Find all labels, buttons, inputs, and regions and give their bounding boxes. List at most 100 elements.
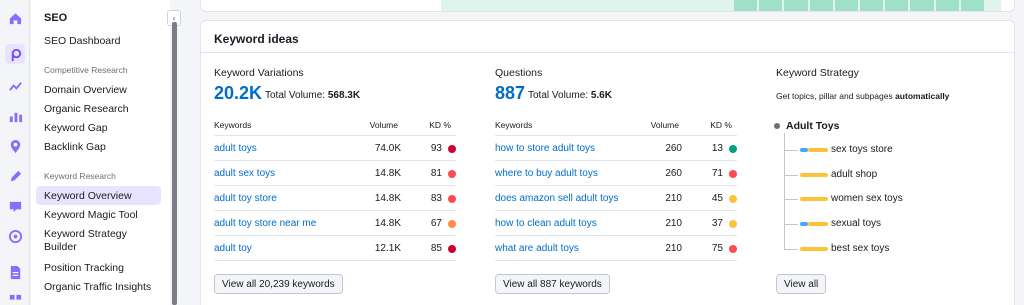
kd-dot bbox=[448, 245, 456, 253]
apps-icon[interactable] bbox=[5, 290, 25, 305]
tree-branch bbox=[784, 199, 798, 200]
table-row: does amazon sell adult toys 210 45 bbox=[495, 186, 737, 211]
sidebar-item-backlink-gap[interactable]: Backlink Gap bbox=[44, 141, 106, 153]
topic-root[interactable]: Adult Toys bbox=[786, 120, 839, 132]
table-row: adult toys 74.0K 93 bbox=[214, 136, 456, 161]
kd-dot bbox=[729, 245, 737, 253]
strategy-subtitle: Get topics, pillar and subpages automati… bbox=[776, 91, 949, 101]
reports-icon[interactable] bbox=[5, 262, 25, 282]
sidebar-item-keyword-strategy-builder[interactable]: Keyword Strategy Builder bbox=[44, 228, 144, 254]
table-row: adult sex toys 14.8K 81 bbox=[214, 161, 456, 186]
sidebar-item-keyword-gap[interactable]: Keyword Gap bbox=[44, 122, 108, 134]
location-icon[interactable] bbox=[5, 136, 25, 156]
keyword-link[interactable]: adult toy store near me bbox=[214, 218, 316, 229]
table-row: adult toy store near me 14.8K 67 bbox=[214, 211, 456, 236]
table-row: adult toy store 14.8K 83 bbox=[214, 186, 456, 211]
strategy-subtitle-text: Get topics, pillar and subpages bbox=[776, 91, 896, 101]
questions-table: Keywords Volume KD % how to store adult … bbox=[495, 116, 737, 261]
sidebar-item-domain-overview[interactable]: Domain Overview bbox=[44, 84, 127, 96]
view-all-strategy-button[interactable]: View all bbox=[776, 274, 827, 294]
col-kd[interactable]: KD % bbox=[710, 120, 732, 130]
chart-cells bbox=[734, 0, 985, 11]
seo-icon[interactable] bbox=[5, 44, 25, 64]
bar-segment bbox=[808, 148, 828, 152]
keyword-link[interactable]: adult sex toys bbox=[214, 168, 275, 179]
trends-icon[interactable] bbox=[5, 76, 25, 96]
icon-rail bbox=[0, 0, 30, 305]
keyword-link[interactable]: how to clean adult toys bbox=[495, 218, 597, 229]
tree-root-dot bbox=[774, 123, 780, 129]
kd-value: 93 bbox=[430, 143, 442, 154]
tree-branch bbox=[784, 150, 798, 151]
kd-dot bbox=[729, 220, 737, 228]
kd-dot bbox=[448, 195, 456, 203]
home-icon[interactable] bbox=[5, 8, 25, 28]
volume-value: 260 bbox=[665, 143, 682, 154]
sidebar-item-seo-dashboard[interactable]: SEO Dashboard bbox=[44, 35, 120, 47]
sidebar-title: SEO bbox=[44, 12, 68, 24]
volume-value: 210 bbox=[665, 218, 682, 229]
kd-dot bbox=[448, 145, 456, 153]
keyword-link[interactable]: does amazon sell adult toys bbox=[495, 193, 618, 204]
volume-value: 210 bbox=[665, 243, 682, 254]
total-volume-label: Total Volume: bbox=[265, 90, 326, 101]
total-volume-label: Total Volume: bbox=[528, 90, 589, 101]
col-kd[interactable]: KD % bbox=[429, 120, 451, 130]
keyword-link[interactable]: where to buy adult toys bbox=[495, 168, 598, 179]
tree-branch bbox=[784, 175, 798, 176]
sidebar-item-position-tracking[interactable]: Position Tracking bbox=[44, 262, 124, 274]
col-volume[interactable]: Volume bbox=[651, 120, 679, 130]
kd-value: 81 bbox=[430, 168, 442, 179]
table-row: how to clean adult toys 210 37 bbox=[495, 211, 737, 236]
sidebar-scrollbar[interactable] bbox=[172, 22, 177, 305]
col-keywords[interactable]: Keywords bbox=[214, 120, 251, 130]
volume-value: 14.8K bbox=[374, 218, 401, 229]
sidebar-section-keyword-research: Keyword Research bbox=[44, 171, 116, 181]
keyword-link[interactable]: adult toy store bbox=[214, 193, 277, 204]
sidebar-item-keyword-overview[interactable]: Keyword Overview bbox=[44, 190, 132, 202]
analytics-icon[interactable] bbox=[5, 106, 25, 126]
previous-widget-bottom bbox=[200, 0, 1015, 12]
view-all-questions-button[interactable]: View all 887 keywords bbox=[495, 274, 610, 294]
sidebar-item-keyword-magic-tool[interactable]: Keyword Magic Tool bbox=[44, 209, 138, 221]
table-row: adult toy 12.1K 85 bbox=[214, 236, 456, 261]
table-row: where to buy adult toys 260 71 bbox=[495, 161, 737, 186]
bar-segment bbox=[800, 222, 808, 226]
table-row: what are adult toys 210 75 bbox=[495, 236, 737, 261]
table-row: how to store adult toys 260 13 bbox=[495, 136, 737, 161]
keyword-link[interactable]: what are adult toys bbox=[495, 243, 579, 254]
volume-value: 14.8K bbox=[374, 168, 401, 179]
sidebar-item-organic-research[interactable]: Organic Research bbox=[44, 103, 129, 115]
total-volume-value: 5.6K bbox=[590, 90, 612, 101]
sidebar-item-organic-traffic-insights[interactable]: Organic Traffic Insights bbox=[44, 281, 151, 293]
kd-value: 83 bbox=[430, 193, 442, 204]
card-title: Keyword ideas bbox=[214, 32, 299, 46]
volume-value: 14.8K bbox=[374, 193, 401, 204]
ads-icon[interactable] bbox=[5, 226, 25, 246]
kd-dot bbox=[729, 170, 737, 178]
keyword-link[interactable]: adult toys bbox=[214, 143, 257, 154]
view-all-variations-button[interactable]: View all 20,239 keywords bbox=[214, 274, 343, 294]
content-icon[interactable] bbox=[5, 166, 25, 186]
topic-leaf[interactable]: sexual toys bbox=[831, 218, 881, 229]
kd-dot bbox=[448, 220, 456, 228]
bar-segment bbox=[800, 197, 828, 201]
questions-heading: Questions bbox=[495, 67, 543, 79]
keyword-link[interactable]: adult toy bbox=[214, 243, 252, 254]
topic-leaf[interactable]: best sex toys bbox=[831, 243, 889, 254]
bar-segment bbox=[800, 173, 828, 177]
social-icon[interactable] bbox=[5, 196, 25, 216]
keyword-ideas-card: Keyword ideas Keyword Variations 20.2K T… bbox=[200, 20, 1015, 305]
keyword-link[interactable]: how to store adult toys bbox=[495, 143, 595, 154]
volume-value: 12.1K bbox=[374, 243, 401, 254]
bar-segment bbox=[800, 148, 808, 152]
topic-leaf[interactable]: women sex toys bbox=[831, 193, 903, 204]
topic-leaf[interactable]: sex toys store bbox=[831, 144, 893, 155]
variations-count[interactable]: 20.2K bbox=[214, 83, 262, 104]
sidebar-section-competitive: Competitive Research bbox=[44, 65, 128, 75]
topic-leaf[interactable]: adult shop bbox=[831, 169, 877, 180]
col-volume[interactable]: Volume bbox=[370, 120, 398, 130]
col-keywords[interactable]: Keywords bbox=[495, 120, 532, 130]
questions-count[interactable]: 887 bbox=[495, 83, 525, 104]
kd-value: 85 bbox=[430, 243, 442, 254]
